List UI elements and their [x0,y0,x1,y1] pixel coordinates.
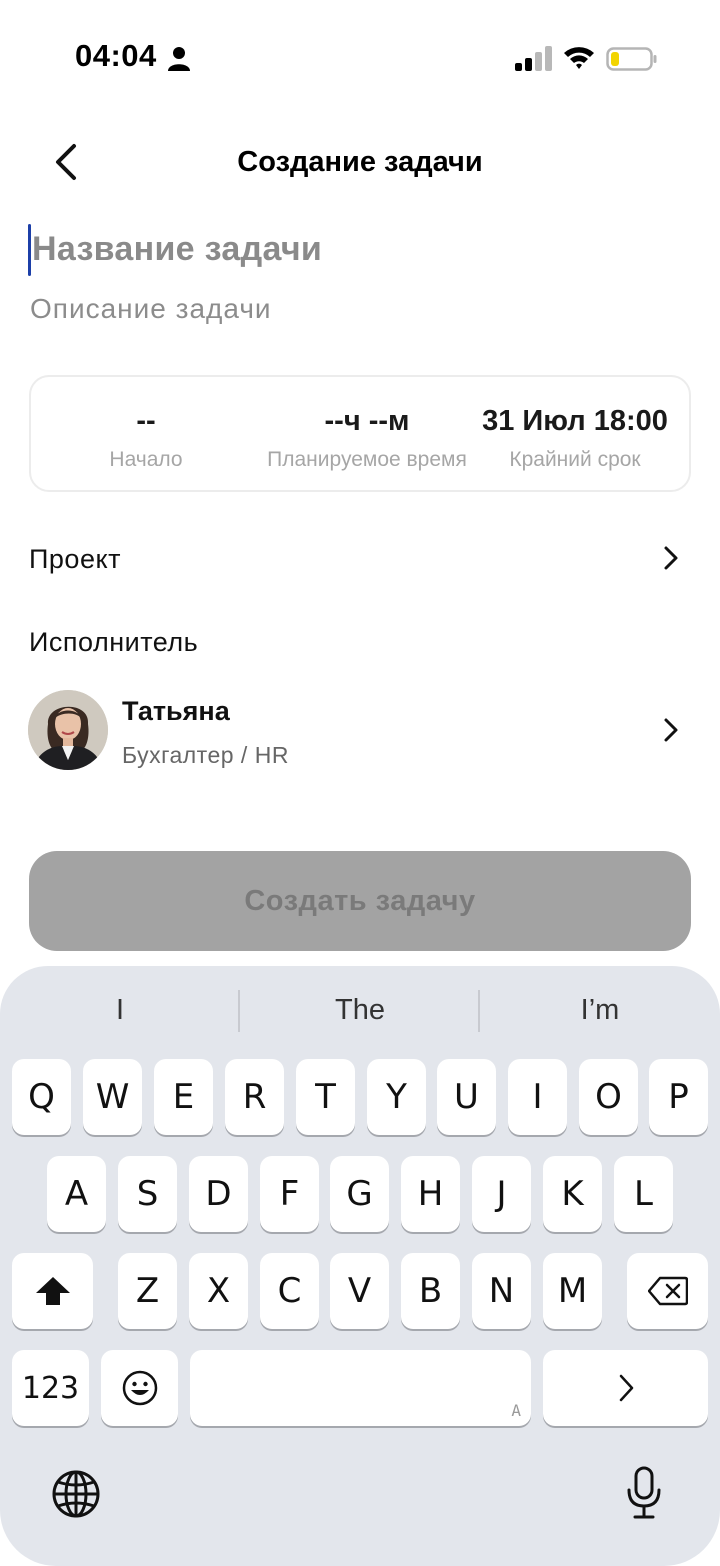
assignee-row[interactable]: Татьяна Бухгалтер / HR [28,688,691,772]
shift-icon [35,1277,70,1305]
key-h[interactable]: H [401,1156,460,1232]
key-f[interactable]: F [260,1156,319,1232]
globe-icon [52,1470,100,1518]
emoji-key[interactable] [101,1350,178,1426]
suggestion-item[interactable]: I’m [480,984,720,1036]
emoji-icon [122,1370,157,1406]
assignee-role: Бухгалтер / HR [122,742,289,768]
planned-time-field[interactable]: --ч --м Планируемое время [267,405,467,472]
key-d[interactable]: D [189,1156,248,1232]
backspace-key[interactable] [627,1253,708,1329]
task-title-input[interactable]: Название задачи [28,222,692,278]
return-key[interactable] [543,1350,708,1426]
deadline-label: Крайний срок [509,448,641,471]
suggestion-item[interactable]: I [0,984,240,1036]
create-task-button[interactable]: Создать задачу [29,851,691,951]
key-x[interactable]: X [189,1253,248,1329]
avatar [28,690,108,770]
suggestion-item[interactable]: The [240,984,480,1036]
key-w[interactable]: W [83,1059,142,1135]
key-n[interactable]: N [472,1253,531,1329]
key-q[interactable]: Q [12,1059,71,1135]
status-bar: 04:04 [0,0,720,120]
assignee-name: Татьяна [122,696,230,726]
wifi-icon [564,47,594,69]
numbers-key[interactable]: 123 [12,1350,89,1426]
key-b[interactable]: B [401,1253,460,1329]
project-label: Проект [29,544,121,574]
key-k[interactable]: K [543,1156,602,1232]
return-icon [619,1374,633,1402]
text-caret [28,224,31,276]
planned-time-value: --ч --м [324,405,410,437]
key-m[interactable]: M [543,1253,602,1329]
key-u[interactable]: U [437,1059,496,1135]
space-key[interactable]: A [190,1350,531,1426]
time-card: -- Начало --ч --м Планируемое время 31 И… [29,375,691,492]
start-time-value: -- [136,405,156,437]
key-p[interactable]: P [649,1059,708,1135]
start-time-field[interactable]: -- Начало [71,405,221,472]
space-corner-label: A [511,1401,521,1420]
key-i[interactable]: I [508,1059,567,1135]
shift-key[interactable] [12,1253,93,1329]
status-time: 04:04 [75,38,157,73]
chevron-right-icon [664,546,678,570]
key-j[interactable]: J [472,1156,531,1232]
key-a[interactable]: A [47,1156,106,1232]
chevron-right-icon [664,718,678,742]
person-icon [168,47,190,71]
key-c[interactable]: C [260,1253,319,1329]
globe-button[interactable] [48,1466,104,1522]
key-s[interactable]: S [118,1156,177,1232]
battery-icon [606,47,657,71]
assignee-heading: Исполнитель [29,627,199,657]
key-y[interactable]: Y [367,1059,426,1135]
task-description-input[interactable]: Описание задачи [30,293,272,325]
suggestion-bar: I The I’m [0,984,720,1036]
key-l[interactable]: L [614,1156,673,1232]
key-o[interactable]: O [579,1059,638,1135]
microphone-button[interactable] [618,1462,670,1524]
backspace-icon [647,1276,688,1306]
start-time-label: Начало [109,448,183,471]
keyboard: I The I’m Q W E R T Y U I O P A S D F G … [0,966,720,1566]
microphone-icon [627,1466,661,1519]
deadline-field[interactable]: 31 Июл 18:00 Крайний срок [477,405,673,472]
deadline-value: 31 Июл 18:00 [482,405,668,437]
planned-time-label: Планируемое время [267,448,467,471]
page-title: Создание задачи [237,146,483,178]
signal-icon [515,46,552,71]
key-e[interactable]: E [154,1059,213,1135]
key-t[interactable]: T [296,1059,355,1135]
project-row[interactable]: Проект [29,530,691,590]
key-r[interactable]: R [225,1059,284,1135]
key-v[interactable]: V [330,1253,389,1329]
key-z[interactable]: Z [118,1253,177,1329]
task-title-placeholder: Название задачи [32,230,323,268]
key-g[interactable]: G [330,1156,389,1232]
